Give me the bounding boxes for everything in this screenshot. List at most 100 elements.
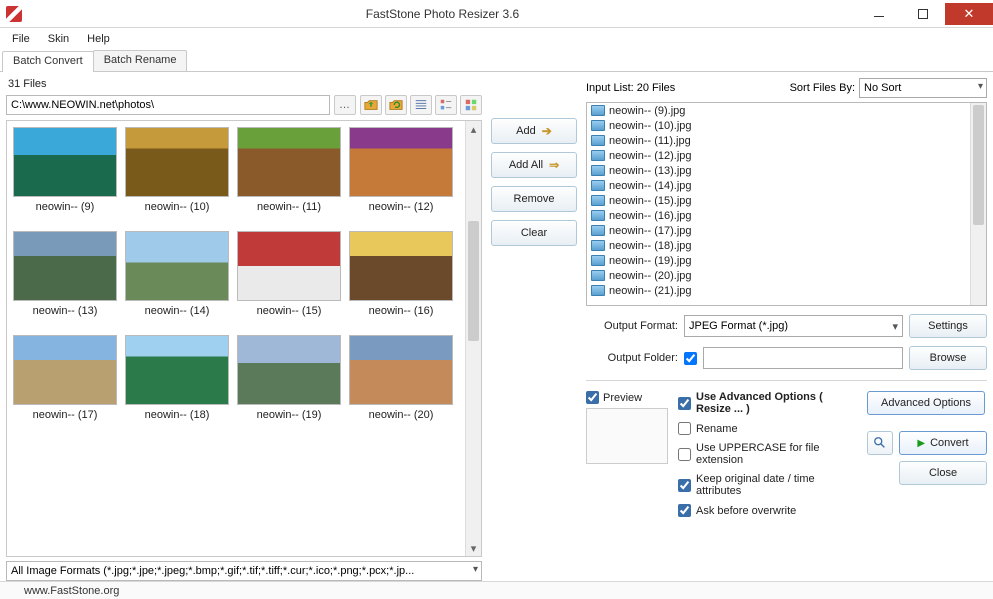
thumbnail-item[interactable]: neowin-- (17) [11,335,119,421]
thumbnail-image [13,127,117,197]
file-list-item[interactable]: neowin-- (20).jpg [587,268,986,283]
preview-label: Preview [603,392,642,404]
sort-combo[interactable]: No Sort ▾ [859,78,987,98]
thumbnail-image [349,127,453,197]
tab-batch-convert[interactable]: Batch Convert [2,51,94,72]
thumbnail-label: neowin-- (16) [347,305,455,317]
image-file-icon [591,225,605,236]
thumbnail-item[interactable]: neowin-- (19) [235,335,343,421]
image-file-icon [591,285,605,296]
thumbnail-image [13,231,117,301]
use-advanced-label: Use Advanced Options ( Resize ... ) [696,391,859,415]
thumbnail-item[interactable]: neowin-- (13) [11,231,119,317]
menu-file[interactable]: File [4,31,38,47]
image-file-icon [591,240,605,251]
file-name: neowin-- (19).jpg [609,255,692,267]
file-list-item[interactable]: neowin-- (11).jpg [587,133,986,148]
file-list-item[interactable]: neowin-- (10).jpg [587,118,986,133]
close-button[interactable]: Close [899,461,987,485]
thumbnail-image [237,335,341,405]
view-list-icon[interactable] [435,95,457,115]
path-input[interactable] [6,95,330,115]
thumbnail-item[interactable]: neowin-- (9) [11,127,119,213]
view-details-icon[interactable] [410,95,432,115]
clear-button[interactable]: Clear [491,220,577,246]
output-format-value: JPEG Format (*.jpg) [689,320,788,332]
file-list-item[interactable]: neowin-- (15).jpg [587,193,986,208]
thumbnail-browser: neowin-- (9)neowin-- (10)neowin-- (11)ne… [6,120,482,557]
file-list-item[interactable]: neowin-- (16).jpg [587,208,986,223]
browse-path-button[interactable]: … [334,95,356,115]
menu-help[interactable]: Help [79,31,118,47]
thumbnail-item[interactable]: neowin-- (10) [123,127,231,213]
image-file-icon [591,270,605,281]
file-list-item[interactable]: neowin-- (19).jpg [587,253,986,268]
add-button[interactable]: Add➔ [491,118,577,144]
view-thumbs-icon[interactable] [460,95,482,115]
close-window-button[interactable]: ✕ [945,3,993,25]
file-list-item[interactable]: neowin-- (18).jpg [587,238,986,253]
thumbnail-image [125,231,229,301]
ask-overwrite-checkbox[interactable] [678,504,691,517]
thumbnail-image [349,335,453,405]
add-all-button[interactable]: Add All⇒ [491,152,577,178]
thumbnail-item[interactable]: neowin-- (15) [235,231,343,317]
thumbnail-item[interactable]: neowin-- (20) [347,335,455,421]
thumbnail-item[interactable]: neowin-- (12) [347,127,455,213]
filelist-scrollbar[interactable] [970,103,986,305]
remove-button[interactable]: Remove [491,186,577,212]
file-name: neowin-- (12).jpg [609,150,692,162]
file-list-item[interactable]: neowin-- (21).jpg [587,283,986,298]
tab-row: Batch Convert Batch Rename [0,50,993,72]
thumbnail-image [237,127,341,197]
advanced-options-button[interactable]: Advanced Options [867,391,985,415]
thumbnail-item[interactable]: neowin-- (14) [123,231,231,317]
refresh-icon[interactable] [385,95,407,115]
file-list-item[interactable]: neowin-- (13).jpg [587,163,986,178]
rename-checkbox[interactable] [678,422,691,435]
maximize-button[interactable] [901,3,945,25]
file-name: neowin-- (13).jpg [609,165,692,177]
preview-thumbnail [586,408,668,464]
thumbnail-label: neowin-- (19) [235,409,343,421]
image-file-icon [591,150,605,161]
thumbs-scrollbar[interactable]: ▴ ▾ [465,121,481,556]
thumbnail-item[interactable]: neowin-- (11) [235,127,343,213]
file-list-item[interactable]: neowin-- (9).jpg [587,103,986,118]
output-folder-input[interactable] [703,347,903,369]
preview-zoom-icon[interactable] [867,431,893,455]
thumbnail-label: neowin-- (18) [123,409,231,421]
output-folder-label: Output Folder: [586,352,678,364]
status-url[interactable]: www.FastStone.org [24,585,119,597]
ask-overwrite-label: Ask before overwrite [696,505,796,517]
tab-batch-rename[interactable]: Batch Rename [93,50,188,71]
use-advanced-checkbox[interactable] [678,397,691,410]
image-file-icon [591,255,605,266]
thumbnail-label: neowin-- (13) [11,305,119,317]
status-bar: www.FastStone.org [0,581,993,599]
image-file-icon [591,195,605,206]
convert-button[interactable]: ▶Convert [899,431,987,455]
minimize-button[interactable] [857,3,901,25]
preview-checkbox[interactable] [586,391,599,404]
file-list-item[interactable]: neowin-- (12).jpg [587,148,986,163]
format-filter-combo[interactable]: All Image Formats (*.jpg;*.jpe;*.jpeg;*.… [6,561,482,581]
uppercase-checkbox[interactable] [678,448,691,461]
thumbnail-item[interactable]: neowin-- (16) [347,231,455,317]
thumbnail-item[interactable]: neowin-- (18) [123,335,231,421]
up-folder-icon[interactable] [360,95,382,115]
keep-date-checkbox[interactable] [678,479,691,492]
output-folder-checkbox[interactable] [684,352,697,365]
output-format-label: Output Format: [586,320,678,332]
sort-label: Sort Files By: [790,82,855,94]
file-list-item[interactable]: neowin-- (17).jpg [587,223,986,238]
settings-button[interactable]: Settings [909,314,987,338]
output-format-combo[interactable]: JPEG Format (*.jpg) ▾ [684,315,903,337]
file-list-item[interactable]: neowin-- (14).jpg [587,178,986,193]
title-bar: FastStone Photo Resizer 3.6 ✕ [0,0,993,28]
input-file-list[interactable]: neowin-- (9).jpgneowin-- (10).jpgneowin-… [586,102,987,306]
browse-button[interactable]: Browse [909,346,987,370]
menu-skin[interactable]: Skin [40,31,77,47]
sort-value: No Sort [864,82,901,94]
uppercase-label: Use UPPERCASE for file extension [696,442,859,466]
